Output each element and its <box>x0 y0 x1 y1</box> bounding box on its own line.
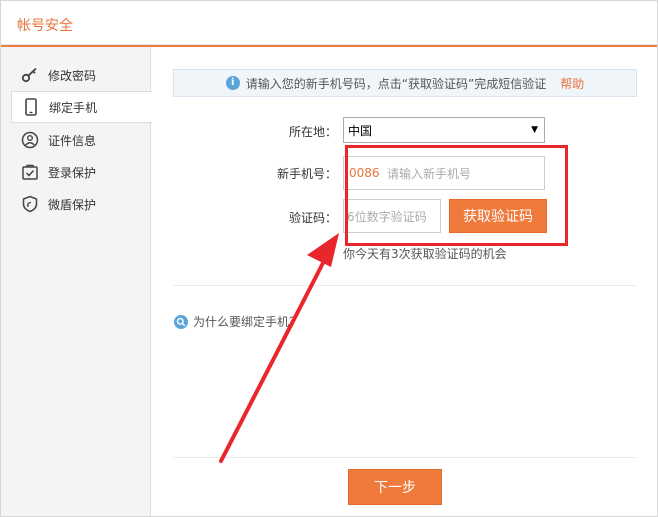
section-divider <box>173 285 637 286</box>
region-select-value: 中国 <box>348 123 373 138</box>
code-label: 验证码： <box>288 211 337 225</box>
help-link[interactable]: 帮助 <box>560 75 584 92</box>
page-title: 帐号安全 <box>17 18 73 34</box>
region-label: 所在地： <box>288 125 337 139</box>
login-protect-icon <box>21 163 39 181</box>
info-icon: i <box>225 76 240 90</box>
phone-label: 新手机号： <box>276 167 337 181</box>
next-step-button[interactable]: 下一步 <box>348 469 442 505</box>
sidebar-item-label: 登录保护 <box>48 165 97 180</box>
id-card-icon <box>21 131 39 149</box>
why-link-text: 为什么要绑定手机？ <box>193 315 302 329</box>
shield-icon <box>21 195 39 213</box>
region-select[interactable]: 中国 ▼ <box>343 117 545 143</box>
sidebar-item-bind-phone[interactable]: 绑定手机 <box>11 91 152 123</box>
key-icon <box>21 66 39 84</box>
sidebar-item-label: 微盾保护 <box>48 197 97 212</box>
sidebar-item-label: 证件信息 <box>48 133 97 148</box>
sidebar-item-label: 绑定手机 <box>49 100 98 115</box>
why-bind-phone-link[interactable]: 为什么要绑定手机？ <box>174 313 301 330</box>
annotation-highlight-box <box>345 145 568 246</box>
attempts-remaining-text: 你今天有3次获取验证码的机会 <box>343 247 507 261</box>
question-search-icon <box>174 314 188 329</box>
footer-divider <box>173 457 637 458</box>
sidebar: 修改密码 绑定手机 证件信息 登录保护 微盾保护 <box>1 47 152 516</box>
account-security-panel: 帐号安全 修改密码 绑定手机 证件信息 登录保护 微盾保护 i 请输入您的新手机… <box>0 0 658 517</box>
sidebar-item-label: 修改密码 <box>48 68 97 83</box>
sidebar-item-change-password[interactable]: 修改密码 <box>1 59 151 91</box>
sidebar-item-id-info[interactable]: 证件信息 <box>1 124 151 156</box>
main-content: i 请输入您的新手机号码，点击“获取验证码”完成短信验证 帮助 所在地： 中国 … <box>152 47 657 516</box>
notice-text: 请输入您的新手机号码，点击“获取验证码”完成短信验证 <box>245 76 547 91</box>
sidebar-item-login-protect[interactable]: 登录保护 <box>1 156 151 188</box>
instruction-notice: i 请输入您的新手机号码，点击“获取验证码”完成短信验证 帮助 <box>173 69 637 97</box>
mobile-phone-icon <box>22 98 40 116</box>
sidebar-item-wei-shield[interactable]: 微盾保护 <box>1 188 151 220</box>
dropdown-arrow-icon: ▼ <box>531 125 538 135</box>
panel-header: 帐号安全 <box>1 1 657 45</box>
